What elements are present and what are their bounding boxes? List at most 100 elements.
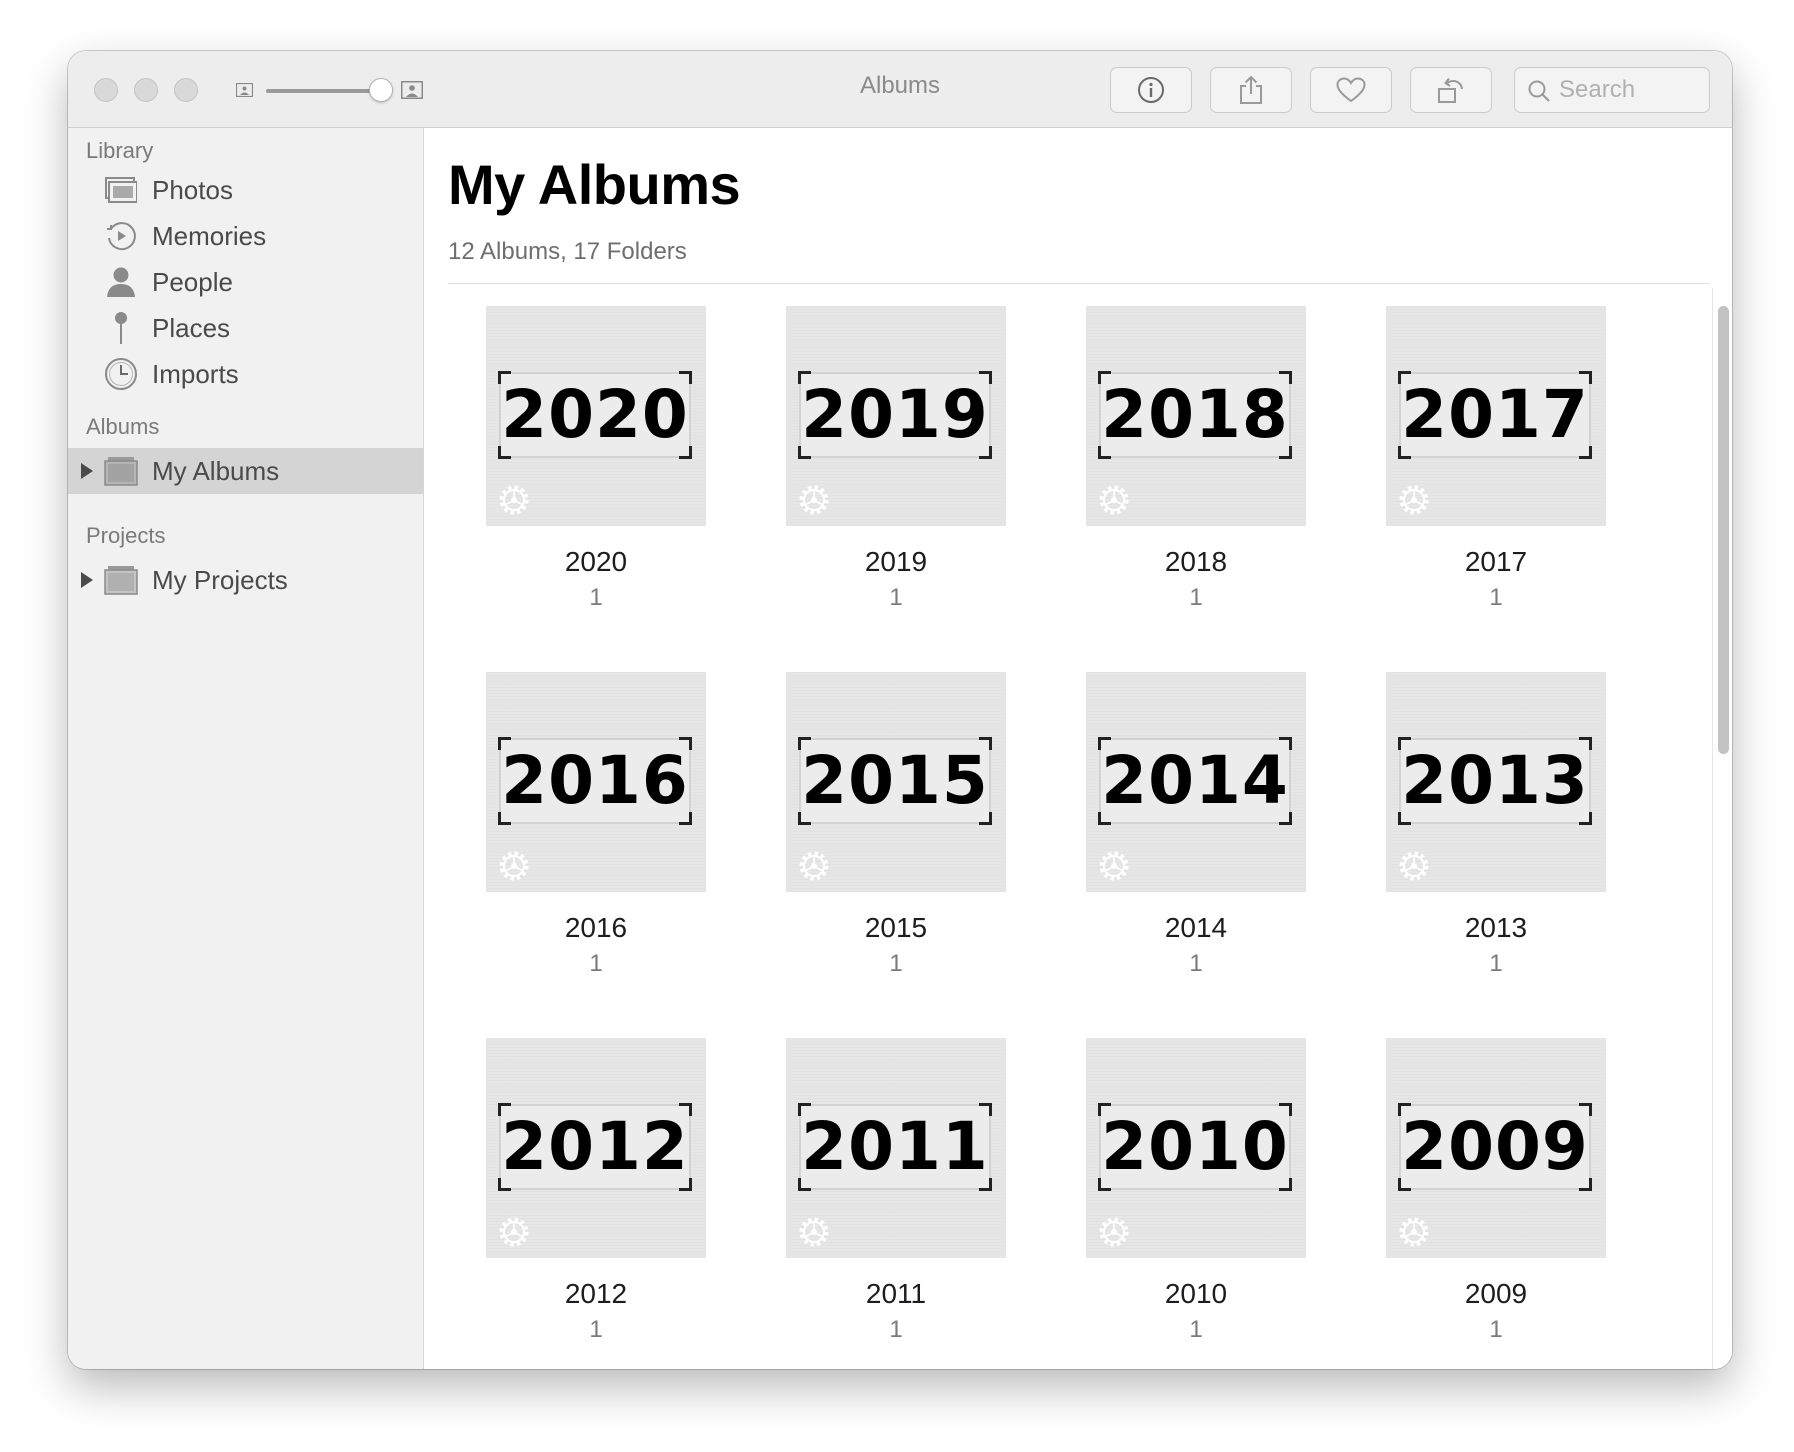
sidebar-item-places[interactable]: Places [68,305,423,351]
album-card[interactable]: 2017 2017 1 [1386,306,1606,626]
album-card[interactable]: 2012 2012 1 [486,1038,706,1358]
album-cover-year: 2013 [1401,742,1589,819]
scrollbar-thumb[interactable] [1718,306,1729,754]
disclosure-triangle-icon[interactable] [80,572,94,588]
sidebar-item-label: Imports [152,359,239,389]
album-cover-frame: 2020 [498,371,692,459]
album-name: 2010 [1164,1278,1228,1309]
album-name: 2015 [864,912,928,943]
pin-icon [104,312,138,344]
zoom-button[interactable] [174,78,198,102]
album-card[interactable]: 2009 2009 1 [1386,1038,1606,1358]
sidebar-item-memories[interactable]: Memories [68,213,423,259]
album-thumbnail[interactable]: 2018 [1086,306,1306,526]
album-card[interactable]: 2018 2018 1 [1086,306,1306,626]
sidebar-item-my-projects[interactable]: My Projects [68,557,423,603]
smart-album-gear-icon [1099,485,1129,515]
album-cover-frame: 2012 [498,1103,692,1191]
album-cover-year: 2015 [801,742,989,819]
smart-album-gear-icon [799,851,829,881]
smart-album-gear-icon [1399,851,1429,881]
vertical-scrollbar[interactable] [1712,288,1732,1369]
sidebar-item-label: My Albums [152,456,280,486]
sidebar-item-label: My Projects [152,565,288,595]
album-cover-year: 2016 [501,742,689,819]
header-divider [448,283,1710,284]
zoom-slider-knob[interactable] [369,78,393,102]
sidebar-item-photos[interactable]: Photos [68,167,423,213]
album-card[interactable]: 2015 2015 1 [786,672,1006,992]
clock-icon [104,358,138,390]
album-cover-year: 2017 [1401,376,1589,453]
album-thumbnail[interactable]: 2010 [1086,1038,1306,1258]
folder-icon [104,456,138,486]
album-card[interactable]: 2016 2016 1 [486,672,706,992]
album-name: 2012 [564,1278,628,1309]
album-count: 1 [1489,950,1503,977]
info-button[interactable] [1110,67,1192,113]
album-card[interactable]: 2013 2013 1 [1386,672,1606,992]
album-cover-frame: 2015 [798,737,992,825]
album-card[interactable]: 2011 2011 1 [786,1038,1006,1358]
album-card[interactable]: 2014 2014 1 [1086,672,1306,992]
favorite-button[interactable] [1310,67,1392,113]
small-thumbnail-icon [236,83,253,97]
album-thumbnail[interactable]: 2015 [786,672,1006,892]
album-thumbnail[interactable]: 2019 [786,306,1006,526]
smart-album-gear-icon [499,1217,529,1247]
album-name: 2017 [1464,546,1528,577]
album-cover-frame: 2017 [1398,371,1592,459]
sidebar-item-imports[interactable]: Imports [68,351,423,397]
search-input[interactable] [1559,74,1699,106]
album-cover-year: 2018 [1101,376,1289,453]
sidebar-item-label: Photos [152,175,233,205]
album-thumbnail[interactable]: 2011 [786,1038,1006,1258]
album-cover-frame: 2011 [798,1103,992,1191]
album-count: 1 [1189,1316,1203,1343]
disclosure-triangle-icon[interactable] [80,463,94,479]
sidebar-item-people[interactable]: People [68,259,423,305]
minimize-button[interactable] [134,78,158,102]
album-cover-frame: 2014 [1098,737,1292,825]
album-thumbnail[interactable]: 2020 [486,306,706,526]
album-name: 2016 [564,912,628,943]
search-field[interactable] [1514,67,1710,113]
album-thumbnail[interactable]: 2013 [1386,672,1606,892]
album-cover-frame: 2019 [798,371,992,459]
album-thumbnail[interactable]: 2012 [486,1038,706,1258]
memories-icon [104,221,138,251]
page-title: My Albums [448,153,741,216]
rotate-icon [1438,77,1463,103]
sidebar-item-my-albums[interactable]: My Albums [68,448,423,494]
heart-icon [1336,77,1366,103]
album-cover-year: 2009 [1401,1108,1589,1185]
rotate-button[interactable] [1410,67,1492,113]
album-thumbnail[interactable]: 2014 [1086,672,1306,892]
zoom-slider-track[interactable] [266,89,384,93]
album-count: 1 [589,584,603,611]
album-thumbnail[interactable]: 2009 [1386,1038,1606,1258]
close-button[interactable] [94,78,118,102]
albums-header: Albums [86,414,160,439]
album-card[interactable]: 2019 2019 1 [786,306,1006,626]
album-cover-frame: 2013 [1398,737,1592,825]
album-cover-year: 2014 [1101,742,1289,819]
share-button[interactable] [1210,67,1292,113]
album-count: 1 [1489,584,1503,611]
album-count: 1 [889,584,903,611]
smart-album-gear-icon [1399,485,1429,515]
sidebar-item-label: Memories [152,221,267,251]
album-cover-year: 2012 [501,1108,689,1185]
smart-album-gear-icon [799,485,829,515]
album-cover-frame: 2018 [1098,371,1292,459]
album-card[interactable]: 2010 2010 1 [1086,1038,1306,1358]
album-name: 2013 [1464,912,1528,943]
album-thumbnail[interactable]: 2017 [1386,306,1606,526]
sidebar-item-label: People [152,267,233,297]
album-count: 1 [589,950,603,977]
album-thumbnail[interactable]: 2016 [486,672,706,892]
search-icon [1528,80,1550,102]
smart-album-gear-icon [1099,1217,1129,1247]
album-card[interactable]: 2020 2020 1 [486,306,706,626]
album-grid: 2020 2020 1 2019 2019 1 2018 2018 1 2017… [486,306,1636,1369]
